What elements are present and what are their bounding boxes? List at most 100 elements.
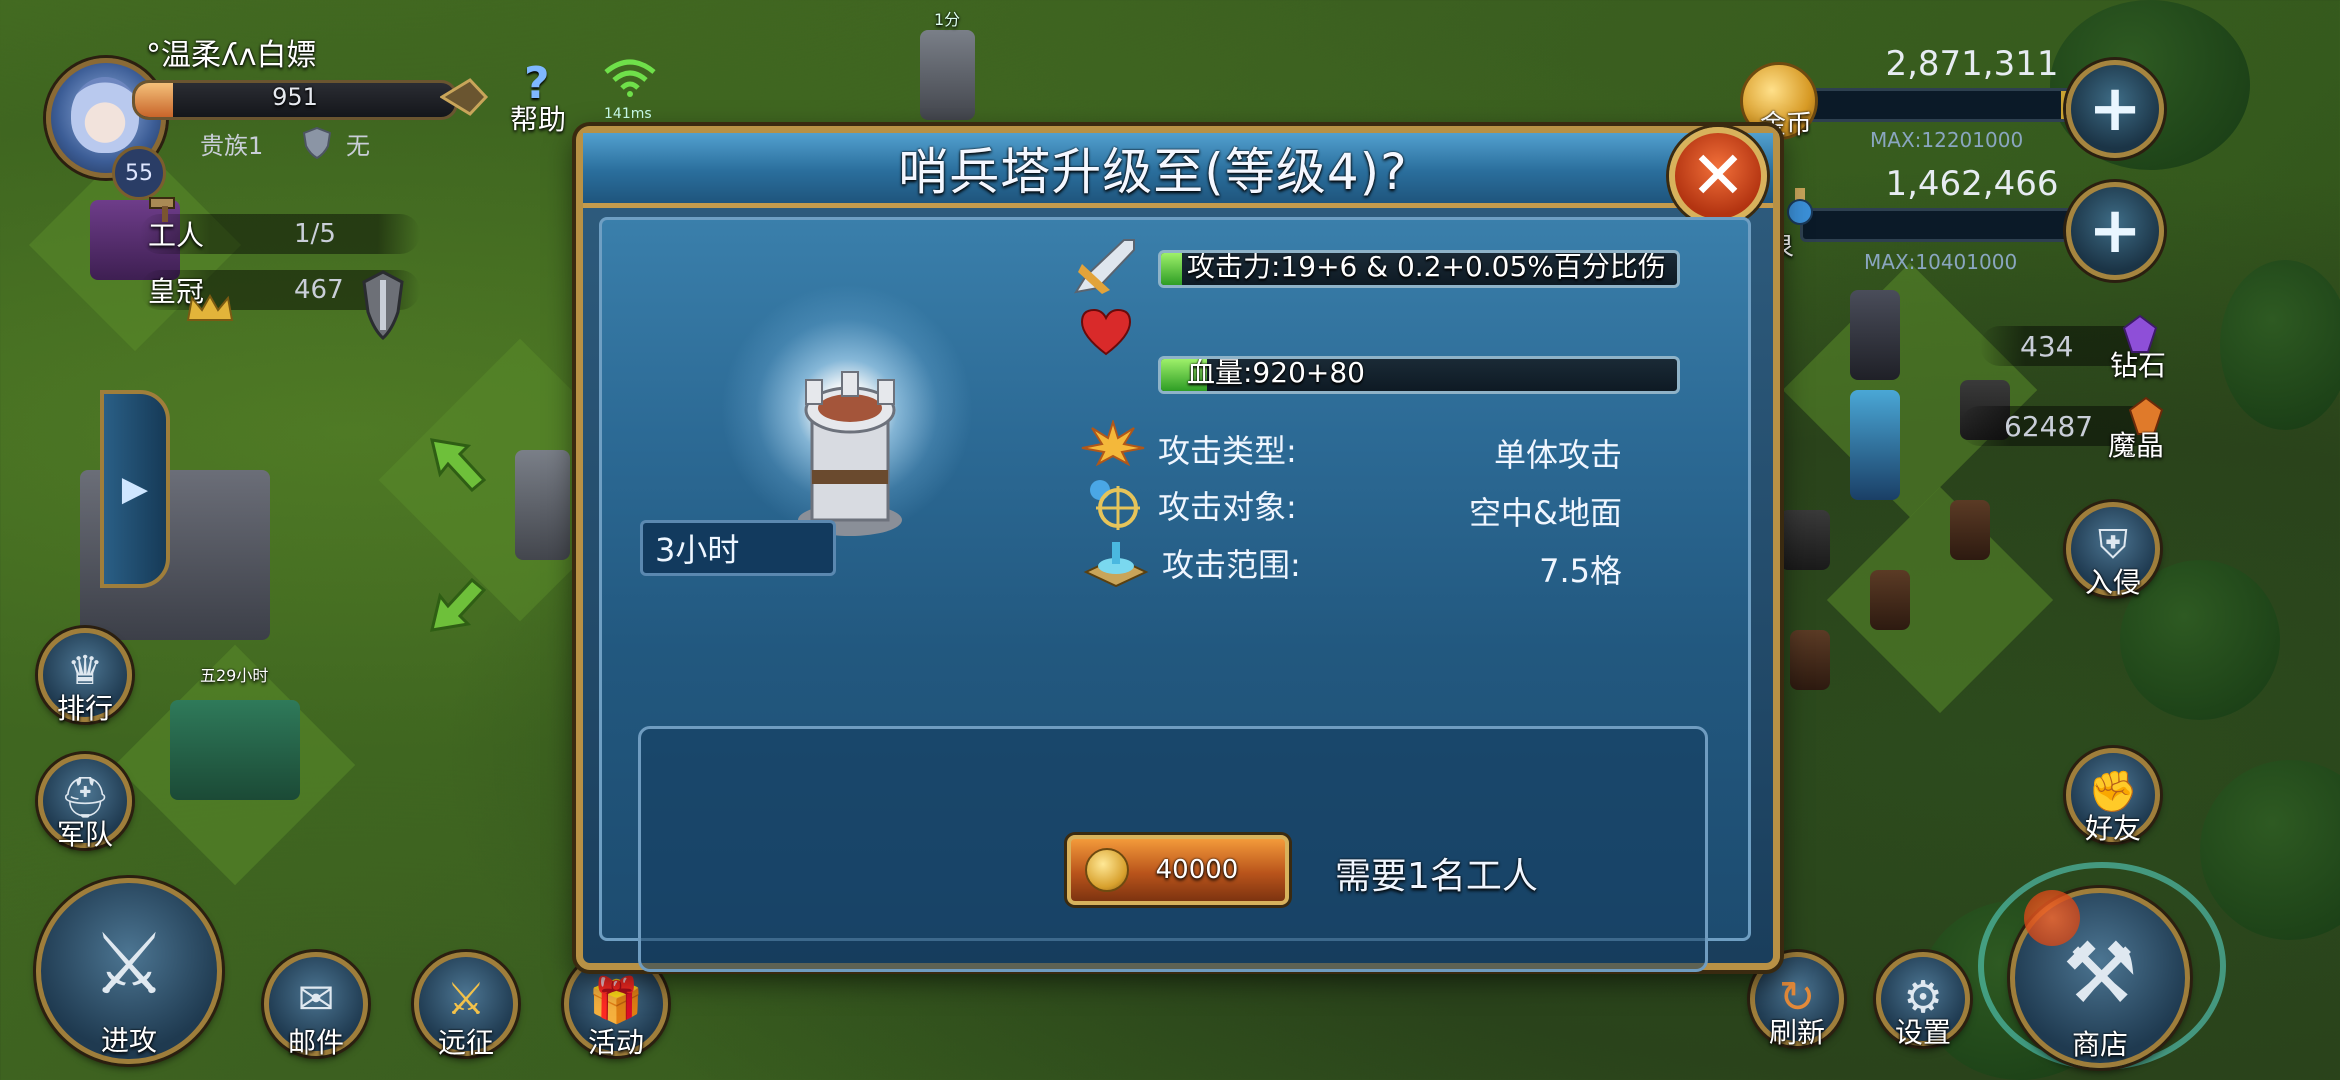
network-status: 141ms <box>600 58 670 128</box>
player-level-badge: 55 <box>112 146 166 200</box>
close-button[interactable]: ✕ <box>1669 127 1767 225</box>
tower-building[interactable] <box>515 450 570 560</box>
shield-icon <box>302 126 332 160</box>
player-rank: 贵族1 <box>200 132 264 160</box>
add-gold-button[interactable]: + <box>2066 60 2164 158</box>
army-label: 军队 <box>56 818 113 851</box>
upgrade-cost-button[interactable]: 40000 <box>1067 835 1289 905</box>
attack-type-value: 单体攻击 <box>1493 436 1622 474</box>
wifi-icon <box>604 59 656 97</box>
refresh-label: 刷新 <box>1768 1016 1825 1049</box>
build-time: 3小时 <box>640 520 836 576</box>
elixir-max: MAX:10401000 <box>1864 250 2018 274</box>
diamond-value: 434 <box>2020 329 2074 363</box>
add-elixir-button[interactable]: + <box>2066 182 2164 280</box>
hp-stat-label: 血量:920+80 <box>1187 356 1365 389</box>
heart-icon <box>1080 308 1132 356</box>
hp-stat-bar: 血量:920+80 <box>1158 356 1680 394</box>
player-guild: 无 <box>346 132 370 160</box>
crown-icon <box>186 293 234 321</box>
upgrade-dialog: 哨兵塔升级至(等级4)? ✕ 3小时 攻击力:19+6 & 0.2+0.05%百… <box>576 126 1780 972</box>
attack-target-label: 攻击对象: <box>1158 488 1297 526</box>
move-arrow-icon[interactable] <box>428 436 488 492</box>
attack-label: 进攻 <box>100 1024 157 1057</box>
expedition-label: 远征 <box>437 1026 494 1059</box>
sword-shield-icon[interactable] <box>360 270 406 342</box>
elixir-bar <box>1800 208 2106 242</box>
attack-type-label: 攻击类型: <box>1158 432 1297 470</box>
player-level: 55 <box>125 160 153 186</box>
ranking-label: 排行 <box>56 692 113 725</box>
sentry-tower-icon <box>798 371 902 536</box>
shop-label: 商店 <box>2071 1028 2128 1061</box>
sword-icon: ⚔ <box>91 914 167 1013</box>
mortar-building[interactable] <box>1950 500 1990 560</box>
tesla-tower-building[interactable] <box>1850 390 1900 500</box>
sword-icon <box>1073 239 1135 294</box>
crossed-swords-icon: ⚔ <box>446 973 486 1025</box>
close-icon: ✕ <box>1690 137 1746 214</box>
diamond-label: 钻石 <box>2110 349 2167 382</box>
move-arrow-icon[interactable] <box>428 578 488 634</box>
gift-icon: 🎁 <box>588 974 644 1026</box>
target-icon <box>1090 480 1140 530</box>
grass-tile <box>1826 486 2054 714</box>
workers-value: 1/5 <box>294 219 336 249</box>
attack-range-value: 7.5格 <box>1539 552 1622 590</box>
gold-max: MAX:12201000 <box>1870 128 2024 152</box>
tower-building[interactable] <box>920 30 975 120</box>
mortar-building[interactable] <box>1870 570 1910 630</box>
tower-timer: 1分 <box>934 10 961 29</box>
shop-notification-badge <box>2024 890 2080 946</box>
expedition-button[interactable]: ⚔ 远征 <box>414 952 518 1059</box>
friends-label: 好友 <box>2084 812 2141 845</box>
range-icon <box>1083 542 1149 588</box>
help-button[interactable]: ? 帮助 <box>496 58 576 138</box>
attack-stat-bar: 攻击力:19+6 & 0.2+0.05%百分比伤害 <box>1158 250 1680 288</box>
elixir-value: 1,462,466 <box>1885 164 2059 204</box>
mail-label: 邮件 <box>287 1026 344 1059</box>
crown-value: 467 <box>294 275 344 305</box>
player-hp-bar: 951 <box>132 80 458 120</box>
attack-button[interactable]: ⚔ 进攻 <box>36 878 222 1064</box>
friends-button[interactable]: ✊ 好友 <box>2066 748 2160 845</box>
attack-stat-fill <box>1161 253 1182 285</box>
avatar-face-icon <box>71 77 139 153</box>
attack-stat-label: 攻击力:19+6 & 0.2+0.05%百分比伤害 <box>1187 250 1666 283</box>
help-label: 帮助 <box>510 103 567 136</box>
settings-button[interactable]: ⚙ 设置 <box>1876 952 1970 1049</box>
worker-requirement: 需要1名工人 <box>1335 856 1538 897</box>
mail-button[interactable]: ✉ 邮件 <box>264 952 368 1059</box>
burst-icon <box>1081 420 1145 466</box>
player-name: °温柔ʎʌ白嫖 <box>146 38 317 73</box>
attack-target-value: 空中&地面 <box>1469 494 1622 532</box>
ping-text: 141ms <box>604 106 652 122</box>
potion-icon <box>1787 188 1813 225</box>
upgrade-cost: 40000 <box>1155 855 1239 885</box>
tree <box>2220 260 2340 430</box>
crystal-value: 62487 <box>2004 409 2094 443</box>
settings-label: 设置 <box>1894 1016 1951 1049</box>
cannon-building[interactable] <box>1780 510 1830 570</box>
army-button[interactable]: ⛑ 军队 <box>38 754 132 851</box>
player-hp-value: 951 <box>272 83 318 111</box>
scroll-icon: ✉ <box>297 973 335 1025</box>
events-label: 活动 <box>587 1026 644 1059</box>
invade-button[interactable]: ⛨ 入侵 <box>2066 502 2160 599</box>
house-building[interactable] <box>170 700 300 800</box>
dark-tower-building[interactable] <box>1850 290 1900 380</box>
attack-range-label: 攻击范围: <box>1162 546 1301 584</box>
ranking-button[interactable]: ♛ 排行 <box>38 628 132 725</box>
chevron-right-icon: ▶ <box>121 469 149 509</box>
tree <box>2200 760 2340 940</box>
side-drawer-handle[interactable]: ▶ <box>100 390 170 588</box>
mortar-building[interactable] <box>1790 630 1830 690</box>
dialog-header: 哨兵塔升级至(等级4)? <box>583 133 1773 208</box>
invade-label: 入侵 <box>2084 566 2141 599</box>
hut-timer: 五29小时 <box>200 666 269 685</box>
gold-value: 2,871,311 <box>1885 44 2059 84</box>
dialog-title: 哨兵塔升级至(等级4)? <box>898 143 1408 201</box>
build-time-value: 3小时 <box>655 531 740 569</box>
crystal-label: 魔晶 <box>2108 429 2165 462</box>
hammer-icon <box>149 197 175 222</box>
